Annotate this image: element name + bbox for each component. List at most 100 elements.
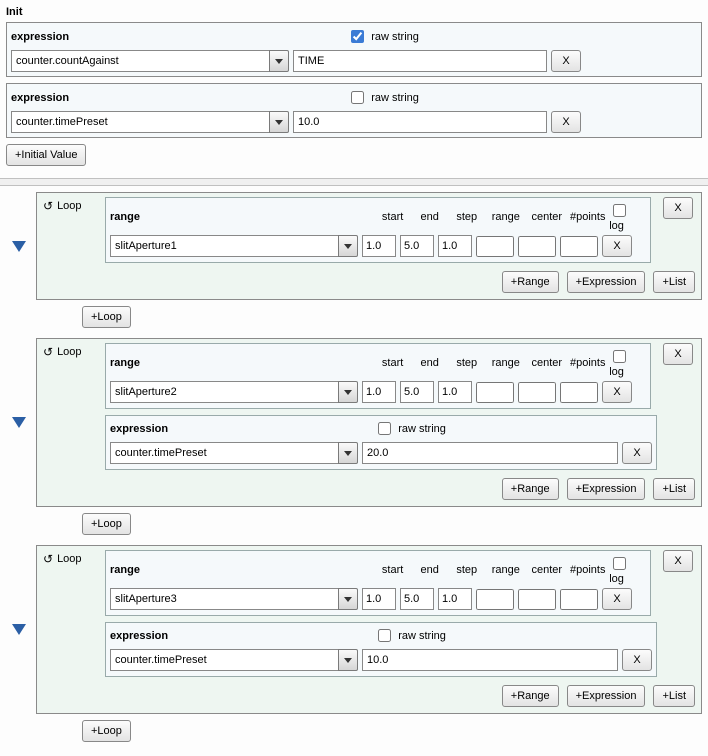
col-range: range	[486, 564, 525, 576]
points-input[interactable]	[560, 382, 598, 403]
loop-box: Loop range start end step range center #…	[36, 338, 702, 507]
range-variable-input[interactable]	[110, 588, 338, 610]
add-loop-button[interactable]: +Loop	[82, 306, 131, 328]
expression-value-input[interactable]	[293, 111, 547, 133]
raw-string-checkbox[interactable]	[351, 91, 364, 104]
delete-loop-button[interactable]: X	[663, 550, 693, 572]
delete-button[interactable]: X	[551, 50, 581, 72]
center-input[interactable]	[518, 236, 556, 257]
dropdown-icon[interactable]	[269, 111, 289, 133]
add-loop-button[interactable]: +Loop	[82, 720, 131, 742]
expression-input[interactable]	[11, 50, 269, 72]
delete-button[interactable]: X	[551, 111, 581, 133]
end-input[interactable]	[400, 381, 434, 403]
dropdown-icon[interactable]	[338, 442, 358, 464]
step-input[interactable]	[438, 235, 472, 257]
col-log: log	[609, 554, 646, 585]
add-list-button[interactable]: +List	[653, 685, 695, 707]
start-input[interactable]	[362, 381, 396, 403]
loop-icon	[43, 345, 53, 359]
add-range-button[interactable]: +Range	[502, 478, 559, 500]
loop-row: Loop range start end step range center #…	[2, 192, 702, 300]
center-input[interactable]	[518, 589, 556, 610]
divider	[0, 178, 708, 186]
delete-range-button[interactable]: X	[602, 588, 632, 610]
raw-string-checkbox[interactable]	[378, 629, 391, 642]
points-input[interactable]	[560, 589, 598, 610]
raw-string-label: raw string	[371, 31, 419, 43]
init-section: Init expression raw string X expression …	[0, 0, 708, 170]
loop-box: Loop range start end step range center #…	[36, 192, 702, 300]
col-range: range	[486, 211, 525, 223]
step-input[interactable]	[438, 381, 472, 403]
expression-input[interactable]	[110, 442, 338, 464]
add-range-button[interactable]: +Range	[502, 685, 559, 707]
log-checkbox[interactable]	[613, 557, 626, 570]
collapse-icon[interactable]	[12, 417, 26, 428]
loop-row: Loop range start end step range center #…	[2, 545, 702, 714]
log-checkbox[interactable]	[613, 204, 626, 217]
step-input[interactable]	[438, 588, 472, 610]
add-list-button[interactable]: +List	[653, 478, 695, 500]
dropdown-icon[interactable]	[338, 235, 358, 257]
dropdown-icon[interactable]	[338, 588, 358, 610]
add-expression-button[interactable]: +Expression	[567, 478, 646, 500]
range-input[interactable]	[476, 589, 514, 610]
expression-value-input[interactable]	[293, 50, 547, 72]
expression-label: expression	[11, 31, 69, 43]
dropdown-icon[interactable]	[338, 381, 358, 403]
init-expression-group: expression raw string X	[6, 83, 702, 138]
add-loop-button[interactable]: +Loop	[82, 513, 131, 535]
col-range: range	[486, 357, 525, 369]
collapse-icon[interactable]	[12, 624, 26, 635]
expression-label: expression	[11, 92, 69, 104]
delete-range-button[interactable]: X	[602, 381, 632, 403]
log-checkbox[interactable]	[613, 350, 626, 363]
dropdown-icon[interactable]	[269, 50, 289, 72]
range-label: range	[110, 211, 373, 223]
delete-button[interactable]: X	[622, 442, 652, 464]
col-points: #points	[568, 564, 607, 576]
add-range-button[interactable]: +Range	[502, 271, 559, 293]
delete-loop-button[interactable]: X	[663, 343, 693, 365]
col-center: center	[527, 357, 566, 369]
loop-label: Loop	[43, 197, 99, 213]
add-expression-button[interactable]: +Expression	[567, 271, 646, 293]
col-log: log	[609, 347, 646, 378]
add-initial-value-button[interactable]: +Initial Value	[6, 144, 86, 166]
add-list-button[interactable]: +List	[653, 271, 695, 293]
start-input[interactable]	[362, 235, 396, 257]
points-input[interactable]	[560, 236, 598, 257]
center-input[interactable]	[518, 382, 556, 403]
expression-input[interactable]	[11, 111, 269, 133]
range-variable-input[interactable]	[110, 381, 338, 403]
add-expression-button[interactable]: +Expression	[567, 685, 646, 707]
dropdown-icon[interactable]	[338, 649, 358, 671]
start-input[interactable]	[362, 588, 396, 610]
end-input[interactable]	[400, 588, 434, 610]
expression-input[interactable]	[110, 649, 338, 671]
col-start: start	[375, 357, 410, 369]
raw-string-label: raw string	[398, 423, 446, 435]
delete-range-button[interactable]: X	[602, 235, 632, 257]
loop-row: Loop range start end step range center #…	[2, 338, 702, 507]
raw-string-label: raw string	[398, 630, 446, 642]
col-log: log	[609, 201, 646, 232]
expression-value-input[interactable]	[362, 649, 618, 671]
raw-string-checkbox[interactable]	[378, 422, 391, 435]
range-variable-input[interactable]	[110, 235, 338, 257]
init-expression-group: expression raw string X	[6, 22, 702, 77]
collapse-icon[interactable]	[12, 241, 26, 252]
raw-string-checkbox[interactable]	[351, 30, 364, 43]
init-title: Init	[6, 6, 702, 18]
col-end: end	[412, 211, 447, 223]
end-input[interactable]	[400, 235, 434, 257]
range-input[interactable]	[476, 382, 514, 403]
delete-loop-button[interactable]: X	[663, 197, 693, 219]
expression-value-input[interactable]	[362, 442, 618, 464]
range-input[interactable]	[476, 236, 514, 257]
range-group: range start end step range center #point…	[105, 197, 651, 263]
delete-button[interactable]: X	[622, 649, 652, 671]
loop-label: Loop	[43, 550, 99, 566]
col-step: step	[449, 357, 484, 369]
